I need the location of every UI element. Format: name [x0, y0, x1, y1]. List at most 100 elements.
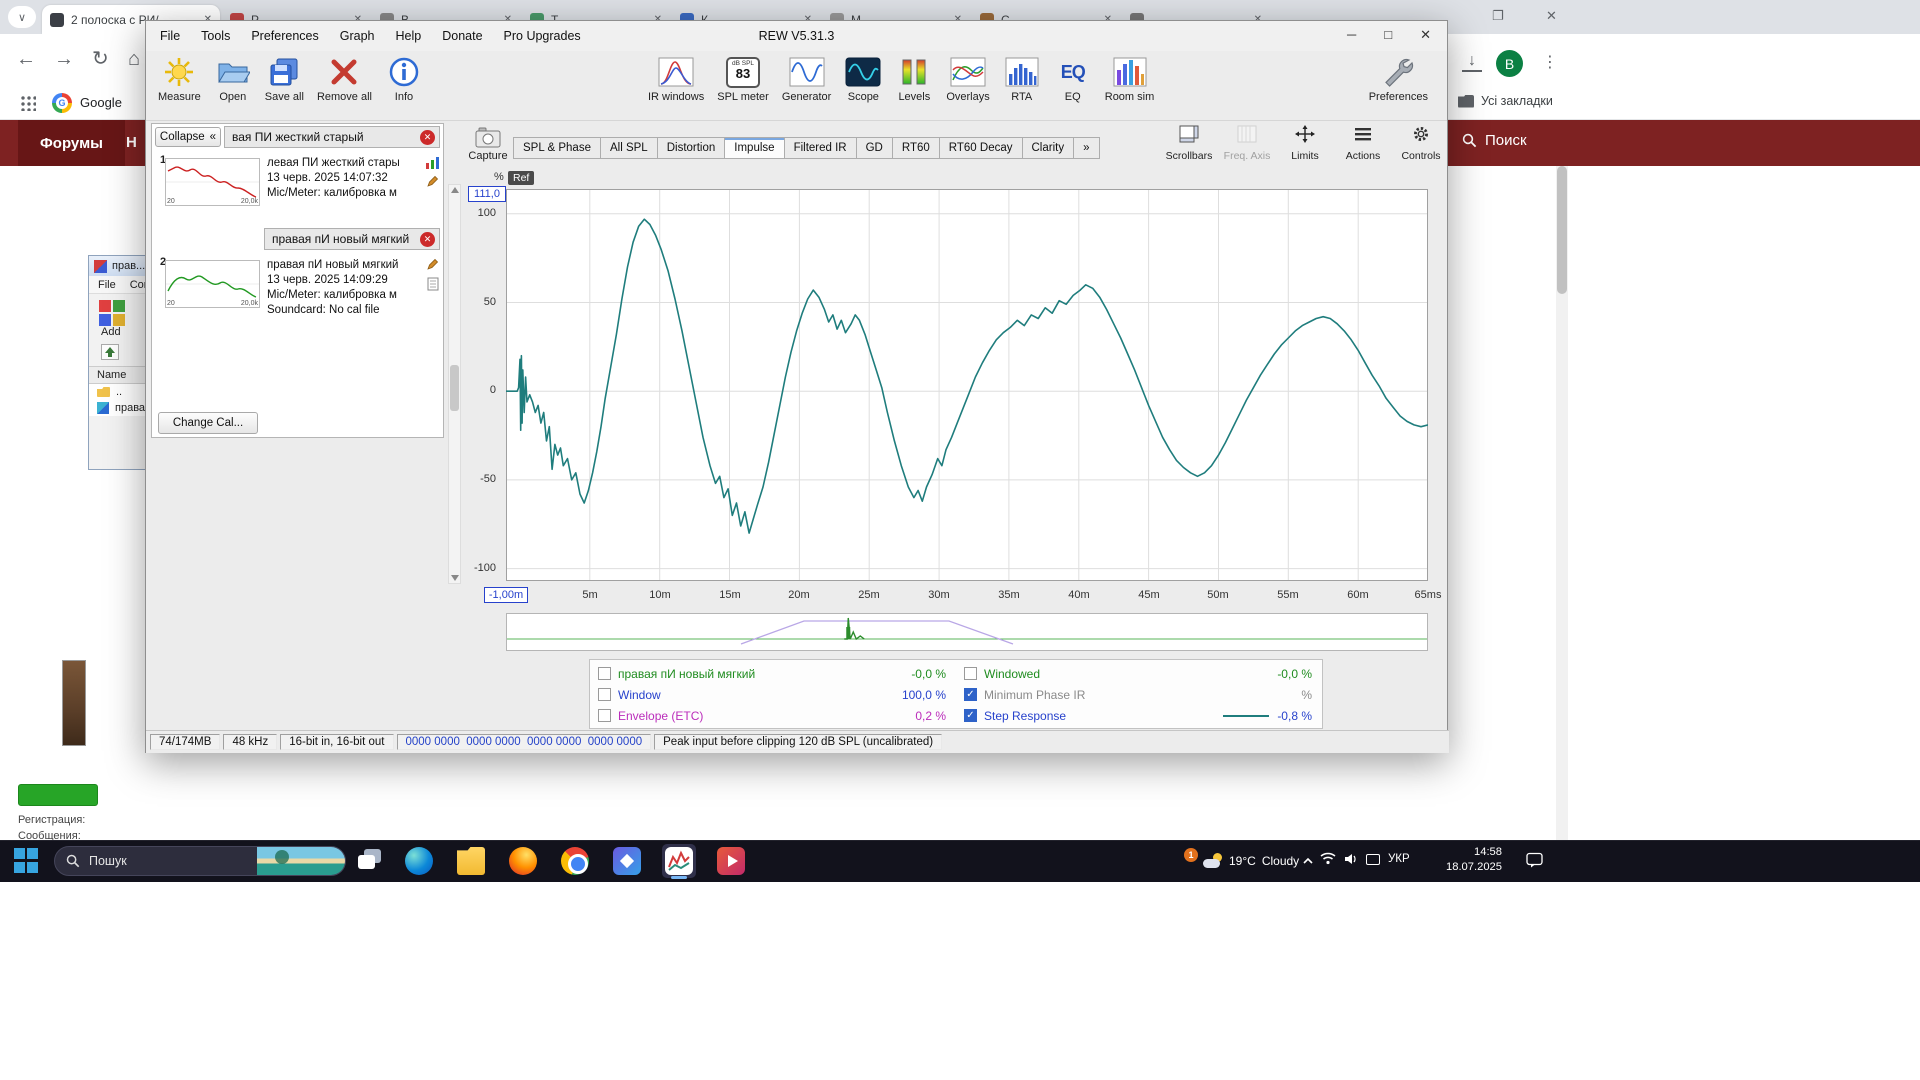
green-action-button[interactable]	[18, 784, 98, 806]
touch-keyboard-icon[interactable]	[1366, 854, 1380, 865]
graph-tab-all-spl[interactable]: All SPL	[600, 137, 658, 159]
graph-tab-filtered-ir[interactable]: Filtered IR	[784, 137, 857, 159]
minimize-button[interactable]: ─	[1347, 27, 1356, 43]
legend-checkbox[interactable]	[598, 667, 611, 680]
scroll-down-icon[interactable]	[451, 575, 459, 581]
graph-control-limits[interactable]: Limits	[1282, 125, 1328, 162]
add-icon[interactable]	[99, 300, 125, 326]
tab-search-button[interactable]: ∨	[8, 6, 36, 28]
apps-grid-icon[interactable]	[20, 95, 36, 111]
forum-search[interactable]: Поиск	[1462, 132, 1527, 149]
legend-checkbox[interactable]	[964, 667, 977, 680]
search-highlight-image[interactable]	[257, 846, 345, 876]
maximize-button[interactable]: □	[1384, 27, 1392, 43]
pencil-icon[interactable]	[426, 258, 439, 271]
toolbar-open-button[interactable]: Open	[210, 54, 256, 104]
home-icon[interactable]: ⌂	[128, 48, 140, 70]
graph-tab-impulse[interactable]: Impulse	[724, 137, 784, 159]
rew-menu-help[interactable]: Help	[396, 29, 422, 43]
toolbar-removeall-button[interactable]: Remove all	[313, 54, 376, 104]
graph-control-actions[interactable]: Actions	[1340, 125, 1386, 162]
toolbar-generator-button[interactable]: Generator	[778, 54, 836, 104]
all-bookmarks[interactable]: Усі закладки	[1458, 94, 1553, 108]
bookmark-google[interactable]: Google	[80, 95, 122, 110]
graph-control-controls[interactable]: Controls	[1398, 125, 1444, 162]
measurement-item-1[interactable]: 1 20 20,0k левая ПИ жесткий стары 13 чер…	[152, 150, 443, 226]
taskbar-app-chrome[interactable]	[558, 844, 592, 878]
graph-tab-rt60[interactable]: RT60	[892, 137, 940, 159]
taskbar-app-explorer[interactable]	[454, 844, 488, 878]
hidden-icons-chevron[interactable]	[1302, 852, 1314, 870]
toolbar-irwindows-button[interactable]: IR windows	[644, 54, 708, 104]
back-icon[interactable]: ←	[16, 48, 36, 70]
rew-menu-donate[interactable]: Donate	[442, 29, 482, 43]
clock[interactable]: 14:58 18.07.2025	[1430, 845, 1502, 875]
graph-tab-item[interactable]: »	[1073, 137, 1099, 159]
volume-icon[interactable]	[1343, 852, 1359, 871]
task-view-button[interactable]	[358, 849, 384, 873]
graph-tab-rt60-decay[interactable]: RT60 Decay	[939, 137, 1023, 159]
start-button[interactable]	[14, 848, 40, 874]
measurement-1-header-tab[interactable]: вая ПИ жесткий старый ✕	[224, 126, 440, 148]
rew-menu-pro-upgrades[interactable]: Pro Upgrades	[504, 29, 581, 43]
legend-checkbox[interactable]: ✓	[964, 688, 977, 701]
graph-tab-clarity[interactable]: Clarity	[1022, 137, 1075, 159]
forward-icon[interactable]: →	[54, 48, 74, 70]
scrollbar-thumb[interactable]	[1557, 166, 1567, 294]
taskbar-search[interactable]: Пошук	[54, 846, 346, 876]
graph-tab-spl-phase[interactable]: SPL & Phase	[513, 137, 601, 159]
legend-checkbox[interactable]	[598, 709, 611, 722]
toolbar-rta-button[interactable]: RTA	[999, 54, 1045, 104]
toolbar-saveall-button[interactable]: Save all	[261, 54, 308, 104]
taskbar-app-photos[interactable]	[610, 844, 644, 878]
browser-menu-icon[interactable]: ⋮	[1542, 52, 1558, 72]
toolbar-scope-button[interactable]: Scope	[840, 54, 886, 104]
nav-partial-item[interactable]: Н	[126, 134, 137, 151]
capture-button[interactable]: Capture	[464, 127, 512, 171]
toolbar-splmeter-button[interactable]: dB SPL83 SPL meter	[713, 54, 773, 104]
legend-checkbox[interactable]	[598, 688, 611, 701]
page-scrollbar[interactable]	[1556, 166, 1568, 840]
weather-widget[interactable]: 19°C Cloudy	[1203, 840, 1299, 882]
toolbar-info-button[interactable]: Info	[381, 54, 427, 104]
toolbar-measure-button[interactable]: Measure	[154, 54, 205, 104]
up-folder-button[interactable]	[101, 344, 119, 360]
close-button[interactable]: ✕	[1420, 27, 1431, 43]
taskbar-app-firefox[interactable]	[506, 844, 540, 878]
rew-titlebar[interactable]: File Tools Preferences Graph Help Donate Pro U…	[146, 21, 1447, 51]
measurement-2-header-tab[interactable]: правая пИ новый мягкий ✕	[264, 228, 440, 250]
change-cal-button[interactable]: Change Cal...	[158, 412, 258, 434]
taskbar-app-media[interactable]	[714, 844, 748, 878]
scrollbar-thumb[interactable]	[450, 365, 459, 411]
collapse-button[interactable]: Collapse «	[155, 127, 221, 147]
toolbar-roomsim-button[interactable]: Room sim	[1101, 54, 1159, 104]
rew-menu-tools[interactable]: Tools	[201, 29, 230, 43]
mini-menu-file[interactable]: File	[98, 279, 116, 291]
toolbar-levels-button[interactable]: Levels	[891, 54, 937, 104]
pencil-icon[interactable]	[426, 175, 439, 188]
nav-forums[interactable]: Форумы	[18, 120, 125, 166]
graph-tab-gd[interactable]: GD	[856, 137, 893, 159]
step-response-plot[interactable]	[506, 189, 1428, 581]
browser-restore-button[interactable]: ❐	[1492, 8, 1504, 24]
toolbar-overlays-button[interactable]: Overlays	[942, 54, 993, 104]
refresh-icon[interactable]: ↻	[92, 48, 109, 70]
graph-vertical-scrollbar[interactable]	[448, 184, 461, 584]
delete-measurement-icon[interactable]: ✕	[420, 232, 435, 247]
language-indicator[interactable]: УКР	[1388, 853, 1410, 865]
legend-checkbox[interactable]: ✓	[964, 709, 977, 722]
rew-menu-file[interactable]: File	[160, 29, 180, 43]
rew-menu-graph[interactable]: Graph	[340, 29, 375, 43]
rew-menu-preferences[interactable]: Preferences	[251, 29, 318, 43]
taskbar-app-edge[interactable]	[402, 844, 436, 878]
graph-control-scrollbars[interactable]: Scrollbars	[1166, 125, 1212, 162]
browser-close-button[interactable]: ✕	[1546, 8, 1557, 24]
notification-center-icon[interactable]	[1526, 852, 1544, 873]
toolbar-eq-button[interactable]: EQ EQ	[1050, 54, 1096, 104]
delete-measurement-icon[interactable]: ✕	[420, 130, 435, 145]
impulse-overview-strip[interactable]	[506, 613, 1428, 651]
wifi-icon[interactable]	[1320, 851, 1336, 870]
taskbar-app-rew[interactable]	[662, 844, 696, 878]
scroll-up-icon[interactable]	[451, 187, 459, 193]
graph-tab-distortion[interactable]: Distortion	[657, 137, 726, 159]
